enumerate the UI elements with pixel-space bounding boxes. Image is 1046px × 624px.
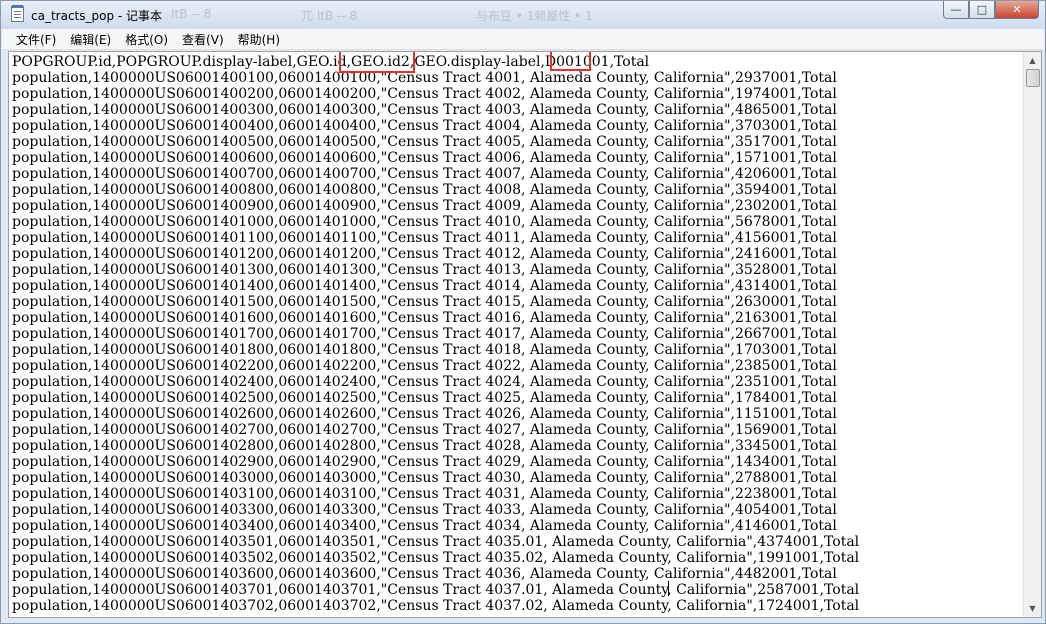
text-line: population,1400000US06001401000,06001401… <box>12 214 837 230</box>
text-line: population,1400000US06001403300,06001403… <box>12 502 837 518</box>
maximize-icon: □ <box>976 3 988 16</box>
minimize-button[interactable]: — <box>943 1 969 19</box>
text-line: population,1400000US06001401700,06001401… <box>12 326 837 342</box>
highlight-box-geo-id2 <box>339 52 415 73</box>
text-line: population,1400000US06001400300,06001400… <box>12 102 837 118</box>
close-icon: ✕ <box>1012 3 1022 16</box>
text-line: population,1400000US06001401200,06001401… <box>12 246 837 262</box>
text-content[interactable]: POPGROUP.id,POPGROUP.display-label,GEO.i… <box>12 54 1032 614</box>
text-line: population,1400000US06001400200,06001400… <box>12 86 837 102</box>
text-line: population,1400000US06001402500,06001402… <box>12 390 837 406</box>
text-line: population,1400000US06001403702,06001403… <box>12 598 860 614</box>
menu-view[interactable]: 查看(V) <box>175 31 231 48</box>
background-window-text: 与布豆 • 1赖屋性 • 1 <box>476 9 593 23</box>
scroll-thumb[interactable] <box>1026 69 1040 87</box>
text-line: population,1400000US06001401100,06001401… <box>12 230 837 246</box>
text-line: population,1400000US06001403600,06001403… <box>12 566 837 582</box>
menu-help[interactable]: 帮助(H) <box>231 31 287 48</box>
text-line: population,1400000US06001402800,06001402… <box>12 438 837 454</box>
highlight-box-d001001 <box>550 52 591 71</box>
text-line: population,1400000US06001400100,06001400… <box>12 70 837 86</box>
title-bar[interactable]: ca_tracts_pop - 记事本 ItB -- 8 兀 ItB -- 8 … <box>1 1 1045 29</box>
text-line: population,1400000US06001402900,06001402… <box>12 454 837 470</box>
caption-buttons: — □ ✕ <box>943 1 1039 21</box>
close-button[interactable]: ✕ <box>995 1 1039 19</box>
text-line: population,1400000US06001401400,06001401… <box>12 278 837 294</box>
scroll-up-icon: ▲ <box>1029 56 1036 65</box>
minimize-icon: — <box>950 3 962 16</box>
text-line: population,1400000US06001403502,06001403… <box>12 550 860 566</box>
notepad-window: ca_tracts_pop - 记事本 ItB -- 8 兀 ItB -- 8 … <box>0 0 1046 624</box>
maximize-button[interactable]: □ <box>969 1 995 19</box>
text-line: population,1400000US06001403100,06001403… <box>12 486 837 502</box>
vertical-scrollbar[interactable]: ▲ ▼ <box>1023 52 1041 617</box>
scroll-down-icon: ▼ <box>1029 604 1036 613</box>
text-line: population,1400000US06001400600,06001400… <box>12 150 837 166</box>
text-cursor <box>668 581 669 596</box>
menu-bar: 文件(F) 编辑(E) 格式(O) 查看(V) 帮助(H) <box>2 29 1044 50</box>
text-line: population,1400000US06001401600,06001401… <box>12 310 837 326</box>
text-line: population,1400000US06001402600,06001402… <box>12 406 837 422</box>
notepad-icon <box>11 5 24 22</box>
text-line: POPGROUP.id,POPGROUP.display-label,GEO.i… <box>12 54 650 70</box>
text-line: population,1400000US06001400800,06001400… <box>12 182 837 198</box>
scroll-down-button[interactable]: ▼ <box>1024 600 1041 617</box>
menu-format[interactable]: 格式(O) <box>118 31 175 48</box>
menu-file[interactable]: 文件(F) <box>2 31 63 48</box>
text-line: population,1400000US06001401800,06001401… <box>12 342 837 358</box>
text-line: population,1400000US06001400900,06001400… <box>12 198 837 214</box>
text-line: population,1400000US06001400500,06001400… <box>12 134 837 150</box>
text-line: population,1400000US06001403000,06001403… <box>12 470 837 486</box>
text-line: population,1400000US06001400400,06001400… <box>12 118 837 134</box>
text-line: population,1400000US06001401500,06001401… <box>12 294 837 310</box>
window-title: ca_tracts_pop - 记事本 <box>31 9 163 23</box>
background-window-text: 兀 ItB -- 8 <box>301 9 358 23</box>
text-line: population,1400000US06001403400,06001403… <box>12 518 837 534</box>
menu-edit[interactable]: 编辑(E) <box>63 31 118 48</box>
text-line: population,1400000US06001401300,06001401… <box>12 262 837 278</box>
text-editor-area[interactable]: POPGROUP.id,POPGROUP.display-label,GEO.i… <box>8 51 1042 618</box>
text-line: population,1400000US06001400700,06001400… <box>12 166 837 182</box>
text-line: population,1400000US06001403701,06001403… <box>12 582 860 598</box>
text-line: population,1400000US06001403501,06001403… <box>12 534 860 550</box>
background-window-text: ItB -- 8 <box>171 7 212 21</box>
text-line: population,1400000US06001402700,06001402… <box>12 422 837 438</box>
scroll-up-button[interactable]: ▲ <box>1024 52 1041 69</box>
text-line: population,1400000US06001402400,06001402… <box>12 374 837 390</box>
text-line: population,1400000US06001402200,06001402… <box>12 358 837 374</box>
